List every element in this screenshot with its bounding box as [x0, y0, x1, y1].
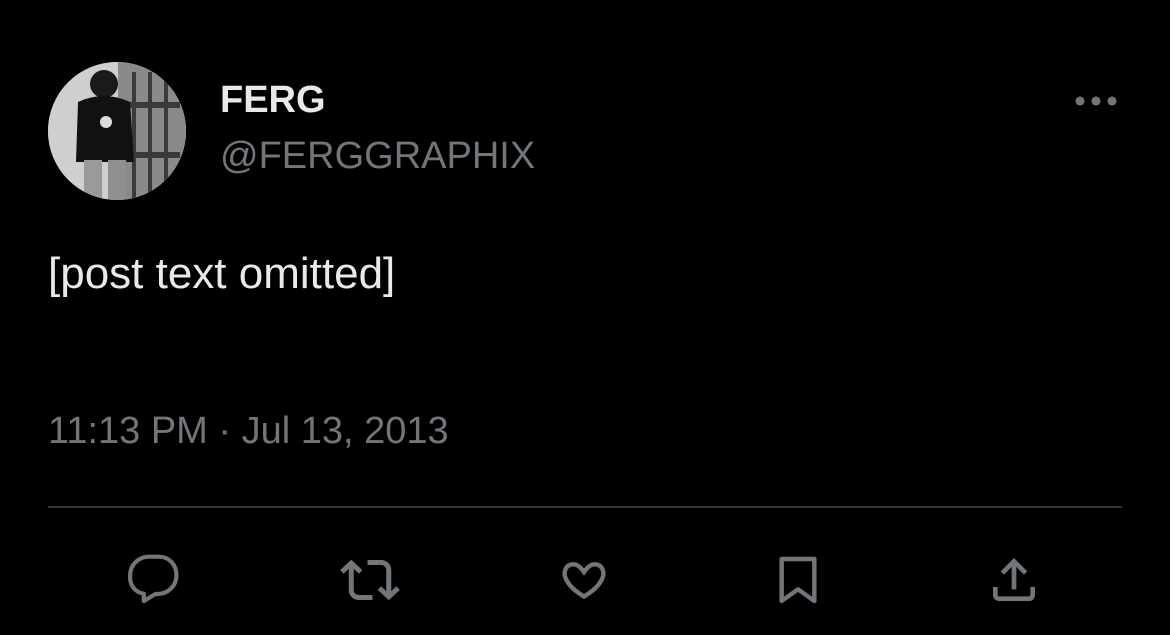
- like-button[interactable]: [554, 550, 614, 610]
- post-timestamp[interactable]: 11:13 PM · Jul 13, 2013: [48, 408, 449, 454]
- share-button[interactable]: [984, 550, 1044, 610]
- avatar[interactable]: [48, 62, 186, 200]
- reply-button[interactable]: [124, 550, 184, 610]
- bookmark-button[interactable]: [768, 550, 828, 610]
- post-text: [post text omitted]: [48, 249, 396, 298]
- more-options-button[interactable]: [1072, 86, 1120, 116]
- share-icon: [993, 558, 1035, 601]
- user-handle[interactable]: @FERGGRAPHIX: [220, 134, 535, 178]
- avatar-photo: [48, 62, 186, 200]
- reply-icon: [127, 554, 179, 604]
- heart-icon: [562, 562, 606, 600]
- repost-icon: [340, 559, 400, 601]
- bookmark-icon: [779, 556, 817, 604]
- divider: [48, 506, 1122, 508]
- repost-button[interactable]: [340, 550, 400, 610]
- more-horizontal-icon: [1075, 96, 1117, 106]
- display-name[interactable]: FERG: [220, 78, 326, 122]
